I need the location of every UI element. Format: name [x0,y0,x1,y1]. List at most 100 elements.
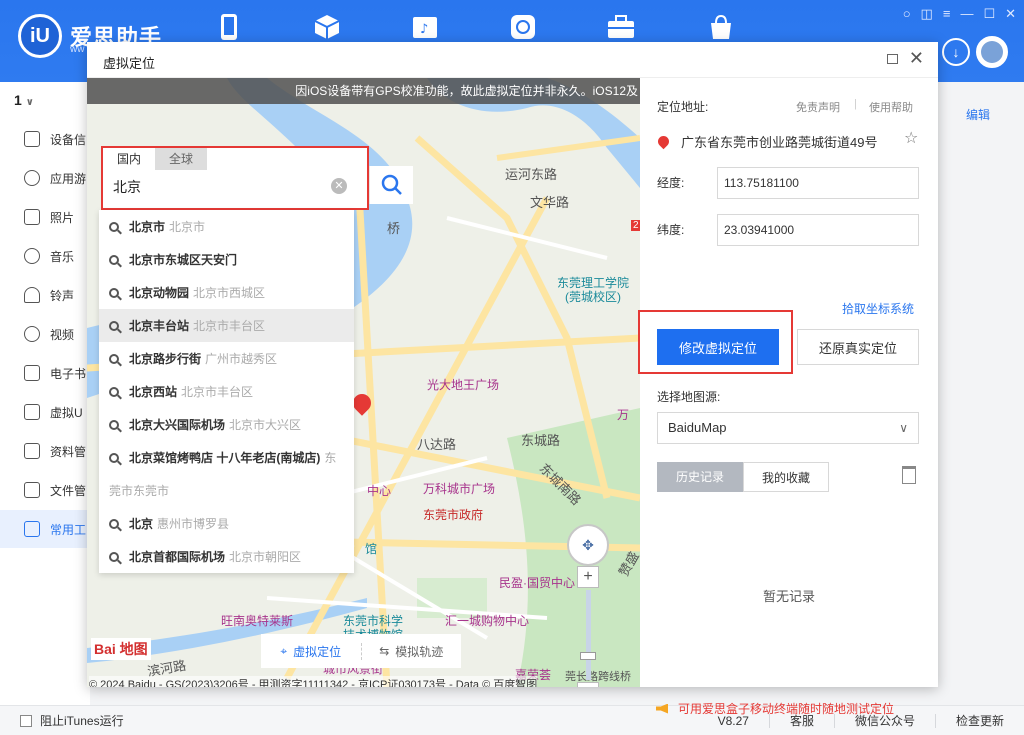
modify-location-button[interactable]: 修改虚拟定位 [657,329,779,365]
longitude-input[interactable] [717,167,919,199]
search-icon [109,419,119,430]
map-source-value: BaiduMap [668,420,727,435]
region-tabs: 国内 全球 [103,148,207,170]
tab-domestic[interactable]: 国内 [103,148,155,170]
search-icon [109,287,119,298]
zoom-slider-handle[interactable] [580,652,596,660]
clear-icon[interactable]: ✕ [331,178,347,194]
refresh-icon[interactable] [508,12,538,42]
zoom-track[interactable] [586,590,591,680]
avatar[interactable] [976,36,1008,68]
feedback-icon[interactable]: ◫ [921,6,933,22]
map-source-select[interactable]: BaiduMap ∨ [657,412,919,444]
sidebar-item-device-info[interactable]: 设备信 [0,120,90,158]
sidebar-item-label: 视频 [50,327,75,342]
favorite-star-icon[interactable]: ☆ [904,128,918,148]
block-itunes-label: 阻止iTunes运行 [40,714,124,728]
sidebar-item-tools[interactable]: 常用工 [0,510,90,548]
dialog-maximize-icon[interactable] [887,54,898,64]
search-input[interactable] [113,176,313,198]
map-source-label: 选择地图源: [657,390,721,404]
tab-history[interactable]: 历史记录 [657,462,743,492]
menu-icon[interactable]: ≡ [943,6,951,22]
search-icon [109,254,119,265]
suggestion-item[interactable]: 北京丰台站 北京市丰台区 [99,309,354,342]
sidebar-item-ringtones[interactable]: 铃声 [0,276,90,314]
sidebar-item-photos[interactable]: 照片 [0,198,90,236]
sidebar-item-apps[interactable]: 应用游 [0,159,90,197]
sidebar-item-video[interactable]: 视频 [0,315,90,353]
suggestion-item[interactable]: 北京市 北京市 [99,210,354,243]
poi-label: (莞城校区) [565,290,621,304]
poi-label: 光大地王广场 [427,378,500,392]
close-icon[interactable]: ✕ [1005,6,1016,22]
suggestion-item[interactable]: 北京市东城区天安门 [99,243,354,276]
tab-favorites[interactable]: 我的收藏 [743,462,829,492]
tab-virtual-location[interactable]: ⌖ 虚拟定位 [261,643,361,660]
bell-icon [24,287,40,303]
search-button[interactable] [369,166,413,204]
sidebar-item-label: 常用工 [50,522,87,537]
suggestion-item[interactable]: 北京首都国际机场 北京市朝阳区 [99,540,354,573]
sidebar-item-data[interactable]: 资料管 [0,432,90,470]
sidebar-item-label: 资料管 [50,444,87,459]
sidebar-item-files[interactable]: 文件管 [0,471,90,509]
disclaimer-link[interactable]: 免责声明 [796,99,840,115]
bag-icon[interactable] [706,12,736,42]
restore-location-button[interactable]: 还原真实定位 [797,329,919,365]
play-icon [24,326,40,342]
trash-icon[interactable] [902,466,916,484]
gps-notice-banner: 因iOS设备带有GPS校准功能，故此虚拟定位并非永久。iOS12及 [87,78,640,104]
tab-simulate-track[interactable]: ⇆ 模拟轨迹 [360,642,462,660]
suggestion-item[interactable]: 北京 惠州市博罗县 [99,507,354,540]
tab-global[interactable]: 全球 [155,148,207,170]
poi-label: 中心 [367,484,392,498]
poi-label: 汇一城购物中心 [445,614,530,628]
latitude-label: 纬度: [657,223,685,237]
minimize-icon[interactable]: — [960,6,973,22]
pick-coordinate-link[interactable]: 拾取坐标系统 [842,300,914,317]
suggestion-item[interactable]: 北京大兴国际机场 北京市大兴区 [99,408,354,441]
cube-icon[interactable] [312,12,342,42]
search-suggestions: 北京市 北京市 北京市东城区天安门 北京动物园 北京市西城区 北京丰台站 北京市丰台区… [99,210,354,573]
address-label: 定位地址: [657,100,709,114]
check-update-link[interactable]: 检查更新 [934,714,1024,728]
search-icon [109,221,119,232]
zoom-out-button[interactable]: − [577,682,599,687]
suggestion-item[interactable]: 北京路步行街 广州市越秀区 [99,342,354,375]
map-copyright: © 2024 Baidu - GS(2023)3206号 - 甲测资字11111… [89,676,538,687]
sidebar-item-music[interactable]: 音乐 [0,237,90,275]
skin-icon[interactable]: ○ [903,6,911,22]
location-icon: ⌖ [280,643,288,658]
help-link[interactable]: 使用帮助 [869,99,913,115]
phone-outline-icon [24,131,40,147]
device-selector[interactable]: 1 ∨ [14,92,34,108]
search-icon [109,386,119,397]
zoom-in-button[interactable]: + [577,566,599,588]
toolbox-icon[interactable] [606,12,636,42]
latitude-input[interactable] [717,214,919,246]
suggestion-item[interactable]: 北京菜馆烤鸭店 十八年老店(南城店) 东 [99,441,354,474]
poi-label: 桥 [387,221,401,236]
virtual-location-dialog: 虚拟定位 ✕ 因iOS设备带有GPS校准功能，故此虚拟定位并非永久。iOS12及… [87,42,938,716]
chevron-down-icon: ∨ [25,97,34,108]
dialog-close-icon[interactable]: ✕ [909,48,924,69]
pan-control-icon[interactable]: ✥ [567,524,609,566]
document-icon [24,443,40,459]
edit-link[interactable]: 编辑 [966,106,990,123]
download-icon[interactable]: ↓ [942,38,970,66]
music-folder-icon[interactable]: ♪ [410,12,440,42]
suggestion-item[interactable]: 北京西站 北京市丰台区 [99,375,354,408]
phone-icon[interactable] [214,12,244,42]
sidebar-item-label: 虚拟U [50,405,83,420]
poi-label: 馆 [365,542,378,556]
map-view[interactable]: 因iOS设备带有GPS校准功能，故此虚拟定位并非永久。iOS12及 运河东路 文… [87,78,640,687]
block-itunes-checkbox[interactable] [20,714,32,727]
sidebar-item-label: 应用游 [50,171,87,186]
sidebar-item-ebooks[interactable]: 电子书 [0,354,90,392]
sidebar-item-virtual-u[interactable]: 虚拟U [0,393,90,431]
maximize-icon[interactable]: ☐ [983,6,995,22]
suggestion-item[interactable]: 北京动物园 北京市西城区 [99,276,354,309]
svg-text:♪: ♪ [420,22,428,37]
search-icon [109,320,119,331]
